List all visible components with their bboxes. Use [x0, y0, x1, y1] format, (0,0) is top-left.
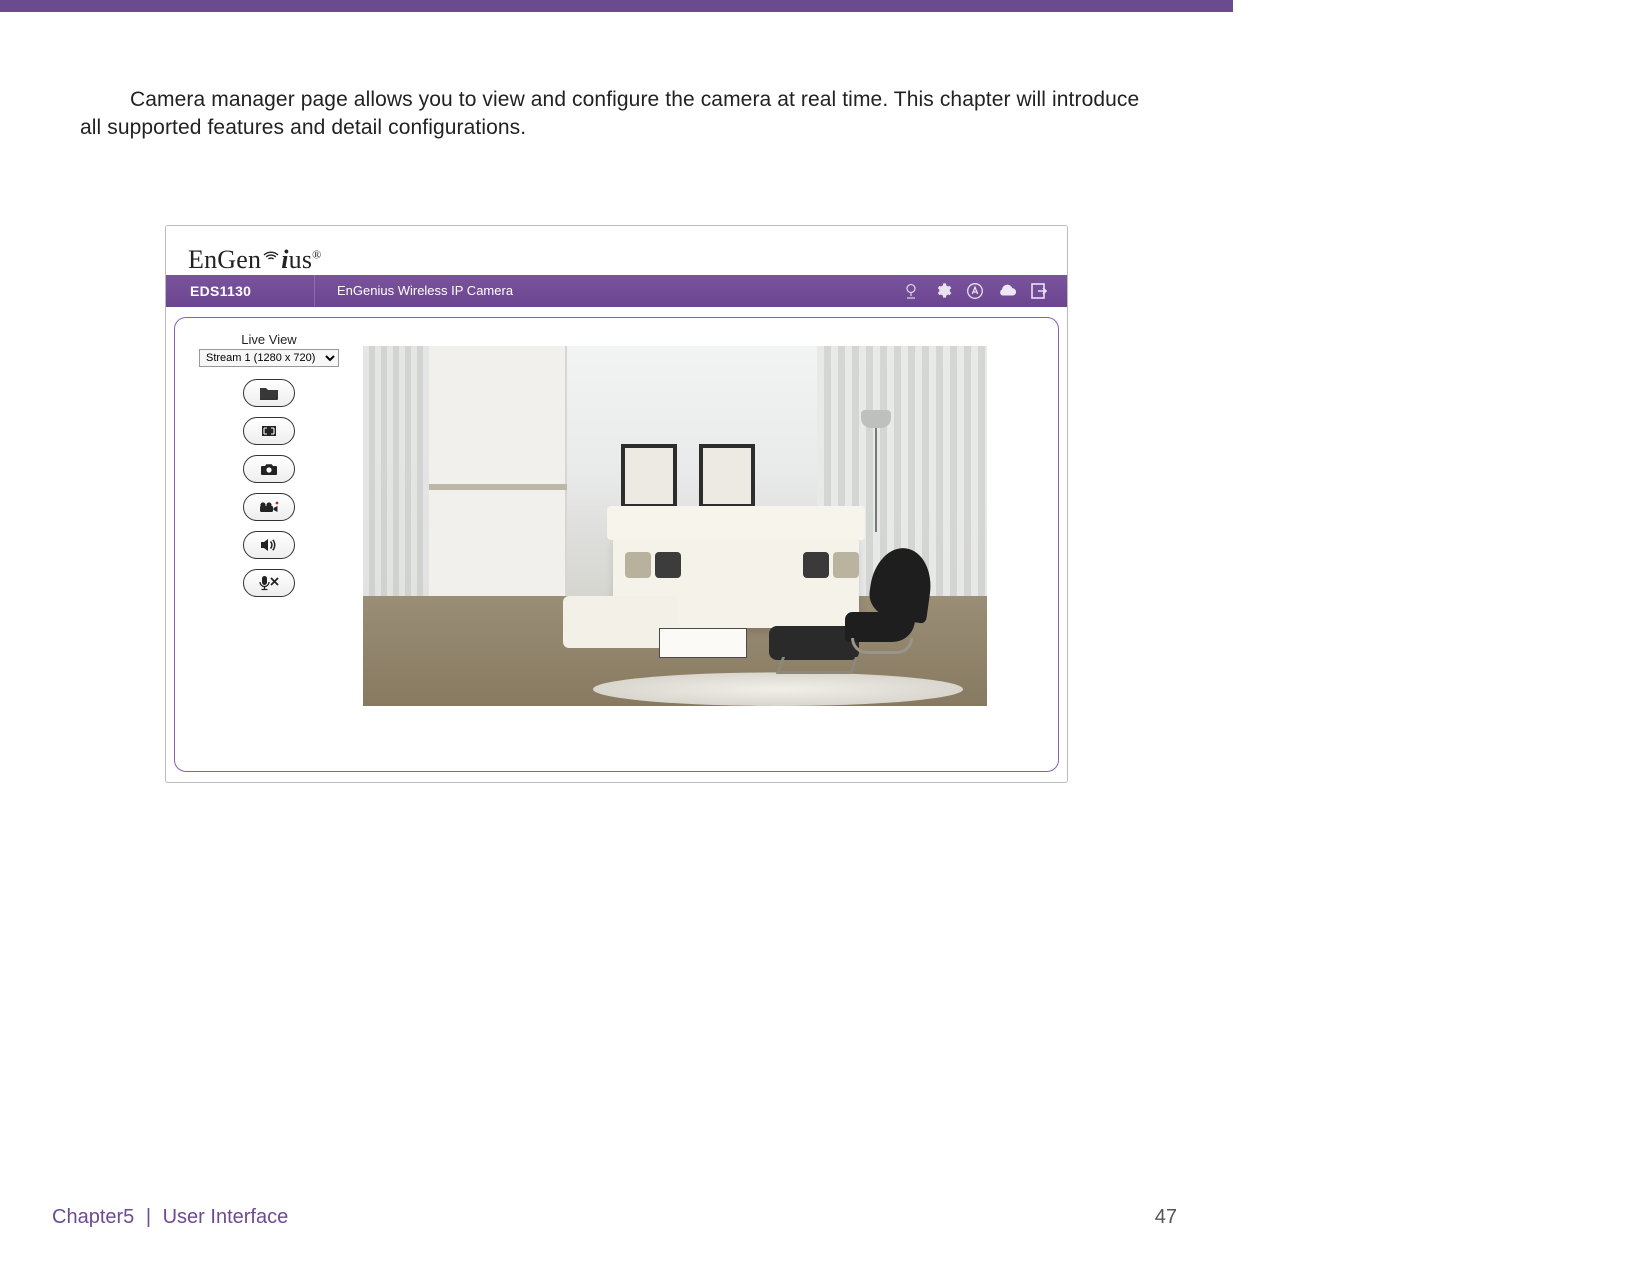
brand-pre: EnGen: [188, 245, 261, 274]
live-view-title: Live View: [241, 332, 296, 347]
intro-paragraph: Camera manager page allows you to view a…: [0, 12, 1233, 143]
floor-lamp: [875, 426, 877, 532]
fullscreen-button[interactable]: [243, 417, 295, 445]
live-view-panel: Live View Stream 1 (1280 x 720): [174, 317, 1059, 772]
folder-button[interactable]: [243, 379, 295, 407]
app-toolbar: EDS1130 EnGenius Wireless IP Camera: [166, 275, 1067, 307]
live-view-sidebar: Live View Stream 1 (1280 x 720): [189, 332, 349, 753]
camera-live-view: [363, 346, 987, 706]
room-mantle: [429, 484, 567, 490]
brand-logo: EnGenius®: [188, 245, 322, 275]
stream-select[interactable]: Stream 1 (1280 x 720): [199, 349, 339, 367]
registered-mark: ®: [312, 247, 321, 261]
app-logo-bar: EnGenius®: [166, 226, 1067, 275]
camera-manager-screenshot: EnGenius® EDS1130 EnGenius Wireless IP C…: [165, 225, 1068, 783]
wifi-icon: [263, 237, 279, 267]
brand-post: us: [289, 245, 313, 274]
pillow: [803, 552, 829, 578]
page-footer: Chapter5 | User Interface 47: [0, 1206, 1233, 1229]
model-label: EDS1130: [166, 275, 315, 307]
room-curtain-left: [363, 346, 437, 606]
footer-left: Chapter5 | User Interface: [52, 1206, 288, 1229]
wall-frame: [621, 444, 677, 508]
camera-stand-icon[interactable]: [901, 281, 921, 301]
coffee-table: [659, 628, 747, 658]
lounge-chair: [845, 554, 929, 642]
toolbar-icon-group: [901, 275, 1067, 307]
footer-chapter: Chapter5: [52, 1206, 134, 1228]
snapshot-button[interactable]: [243, 455, 295, 483]
page-number: 47: [1155, 1206, 1177, 1229]
footer-separator: |: [146, 1206, 151, 1228]
brand-i: i: [281, 245, 288, 274]
speaker-button[interactable]: [243, 531, 295, 559]
room-rug: [593, 672, 963, 706]
footer-title: User Interface: [163, 1206, 289, 1228]
pillow: [655, 552, 681, 578]
camera-name-label: EnGenius Wireless IP Camera: [315, 283, 901, 298]
page-top-accent: [0, 0, 1233, 12]
record-button[interactable]: [243, 493, 295, 521]
gear-icon[interactable]: [933, 281, 953, 301]
pillow: [625, 552, 651, 578]
auto-a-icon[interactable]: [965, 281, 985, 301]
room-fireplace: [429, 346, 567, 612]
wall-frame: [699, 444, 755, 508]
content-area: Live View Stream 1 (1280 x 720): [166, 307, 1067, 782]
document-page: Camera manager page allows you to view a…: [0, 0, 1233, 1275]
logout-icon[interactable]: [1029, 281, 1049, 301]
page-gutter: [1233, 0, 1651, 1275]
cloud-icon[interactable]: [997, 281, 1017, 301]
mic-mute-button[interactable]: [243, 569, 295, 597]
